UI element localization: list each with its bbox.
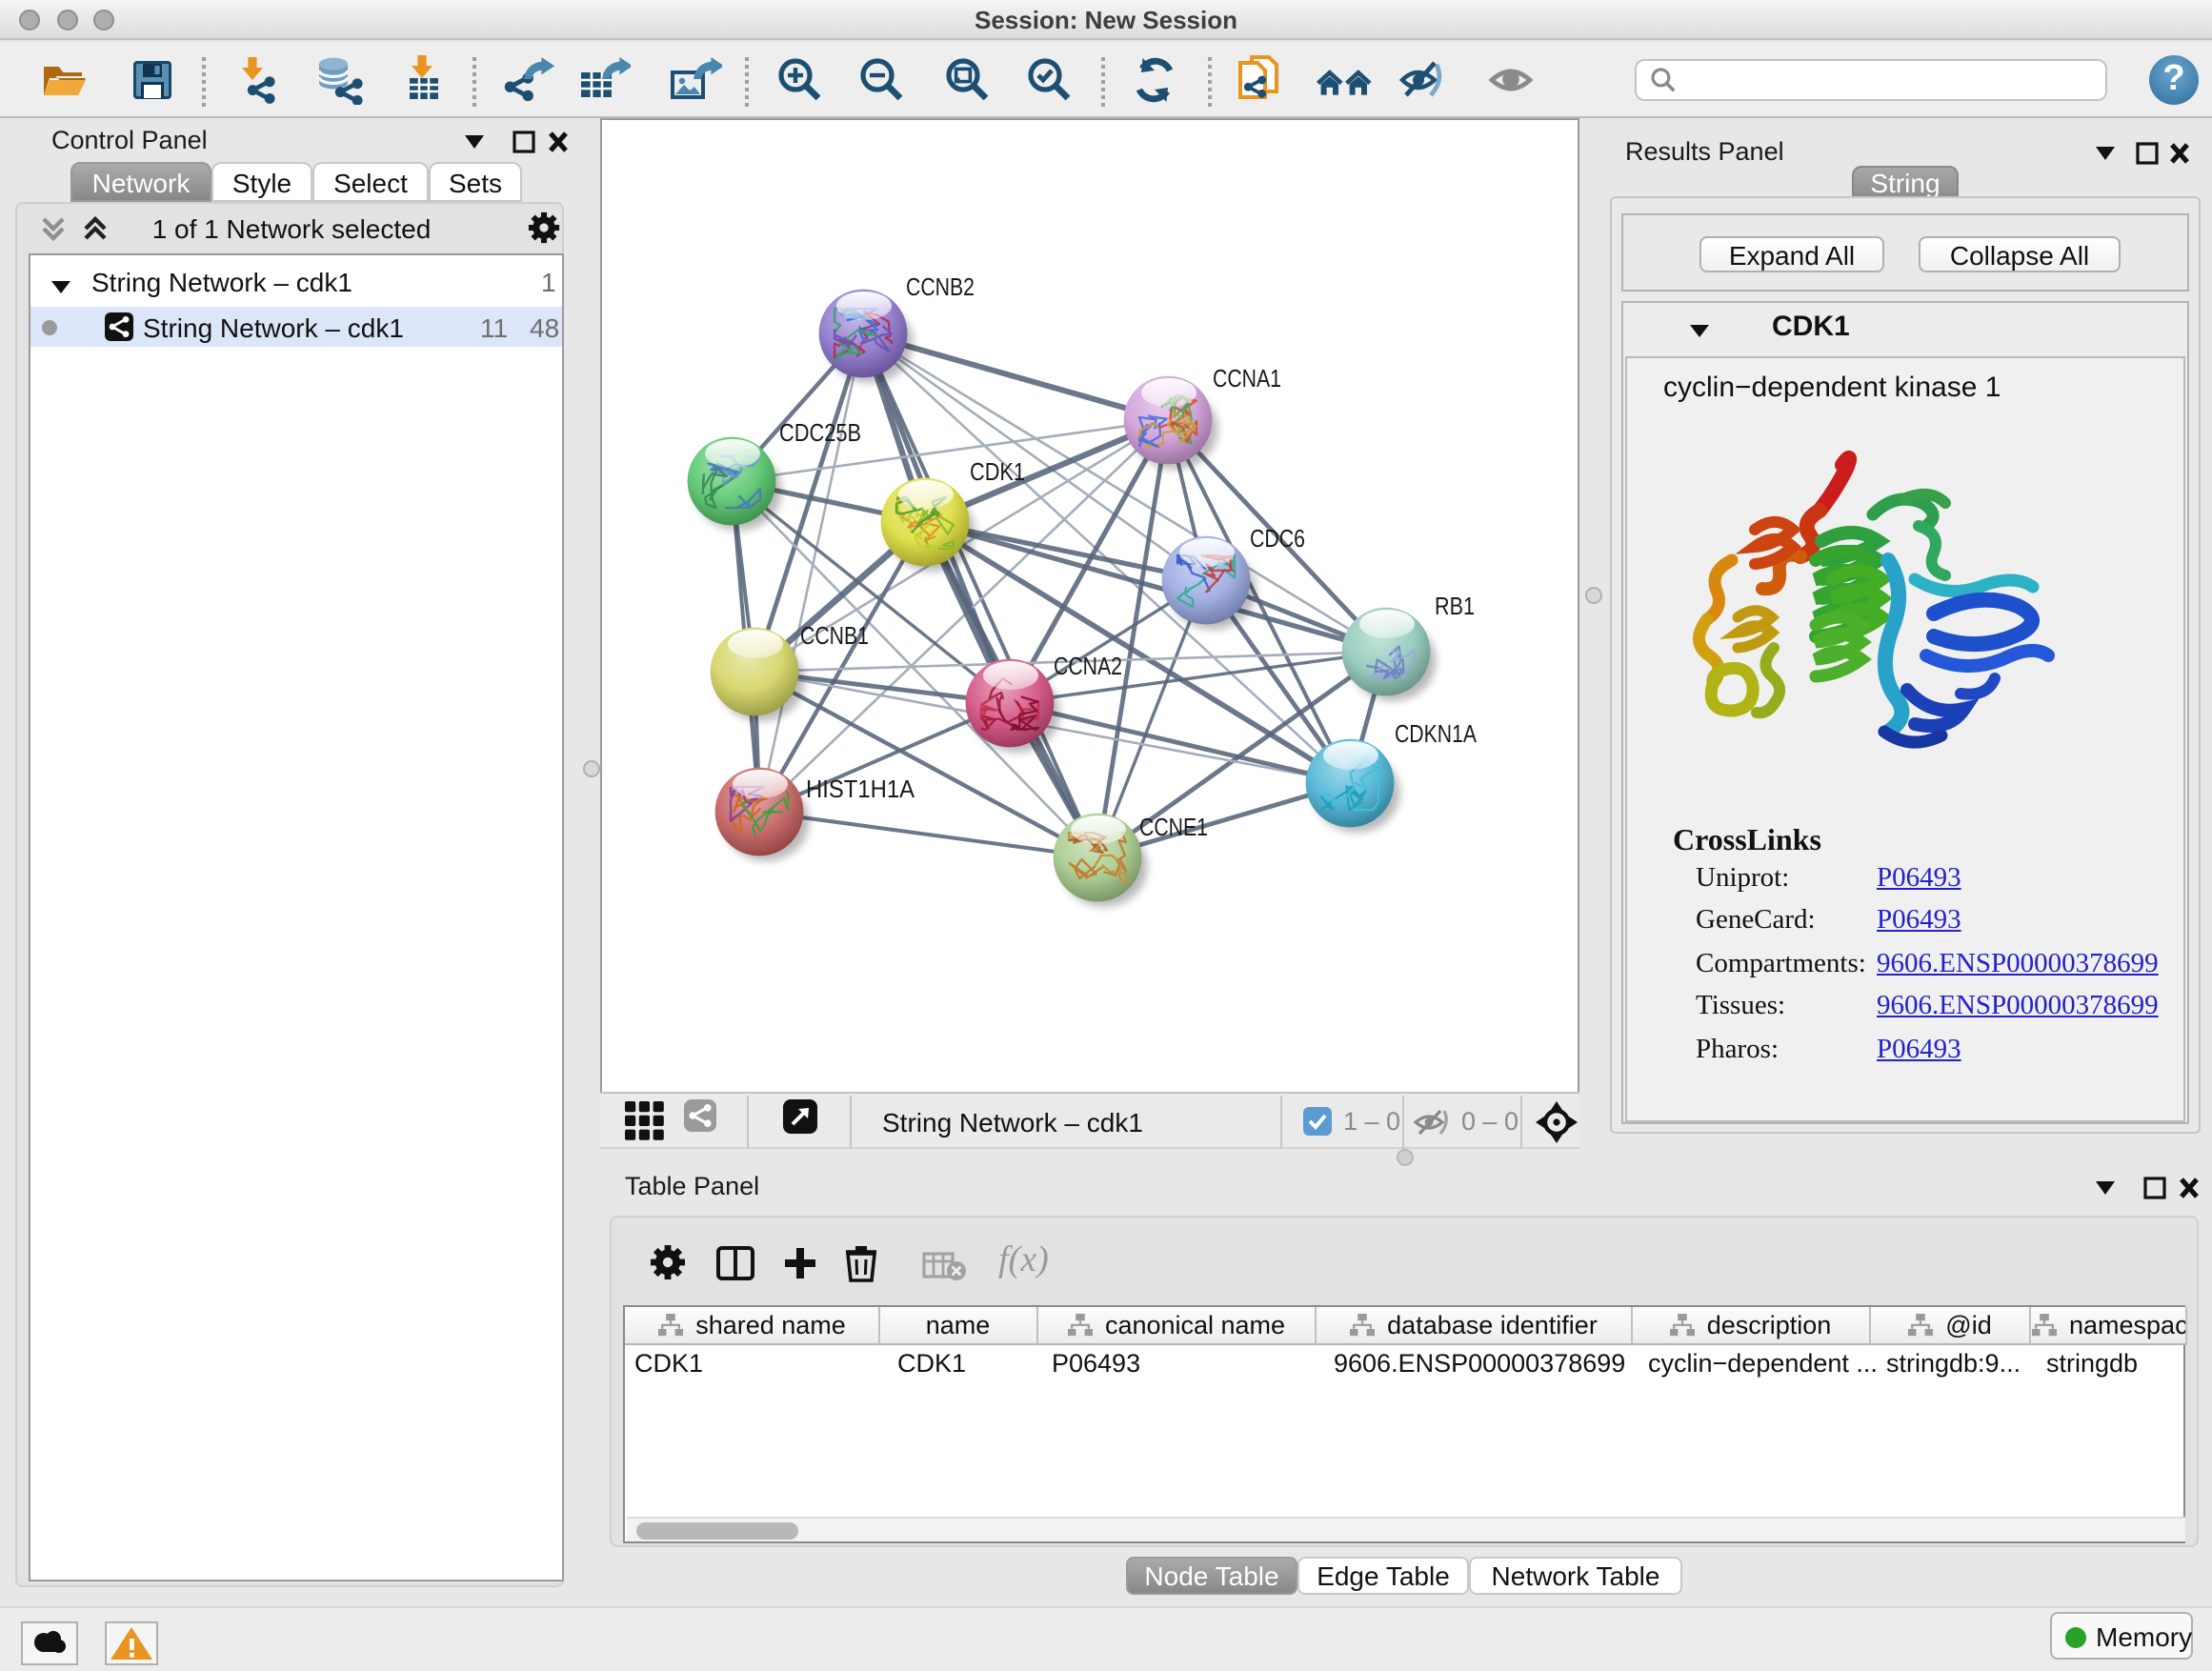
svg-text:CCNA2: CCNA2 [1053, 652, 1121, 680]
svg-text:CDKN1A: CDKN1A [1394, 719, 1477, 748]
svg-text:CCNB1: CCNB1 [799, 621, 868, 650]
svg-text:RB1: RB1 [1434, 592, 1474, 620]
svg-text:CDC25B: CDC25B [778, 418, 860, 447]
svg-text:CDK1: CDK1 [969, 457, 1024, 486]
svg-text:HIST1H1A: HIST1H1A [805, 775, 915, 803]
svg-text:CDC6: CDC6 [1249, 524, 1304, 553]
svg-text:CCNB2: CCNB2 [905, 272, 974, 301]
svg-text:CCNE1: CCNE1 [1138, 813, 1207, 841]
svg-text:CCNA1: CCNA1 [1212, 364, 1280, 393]
